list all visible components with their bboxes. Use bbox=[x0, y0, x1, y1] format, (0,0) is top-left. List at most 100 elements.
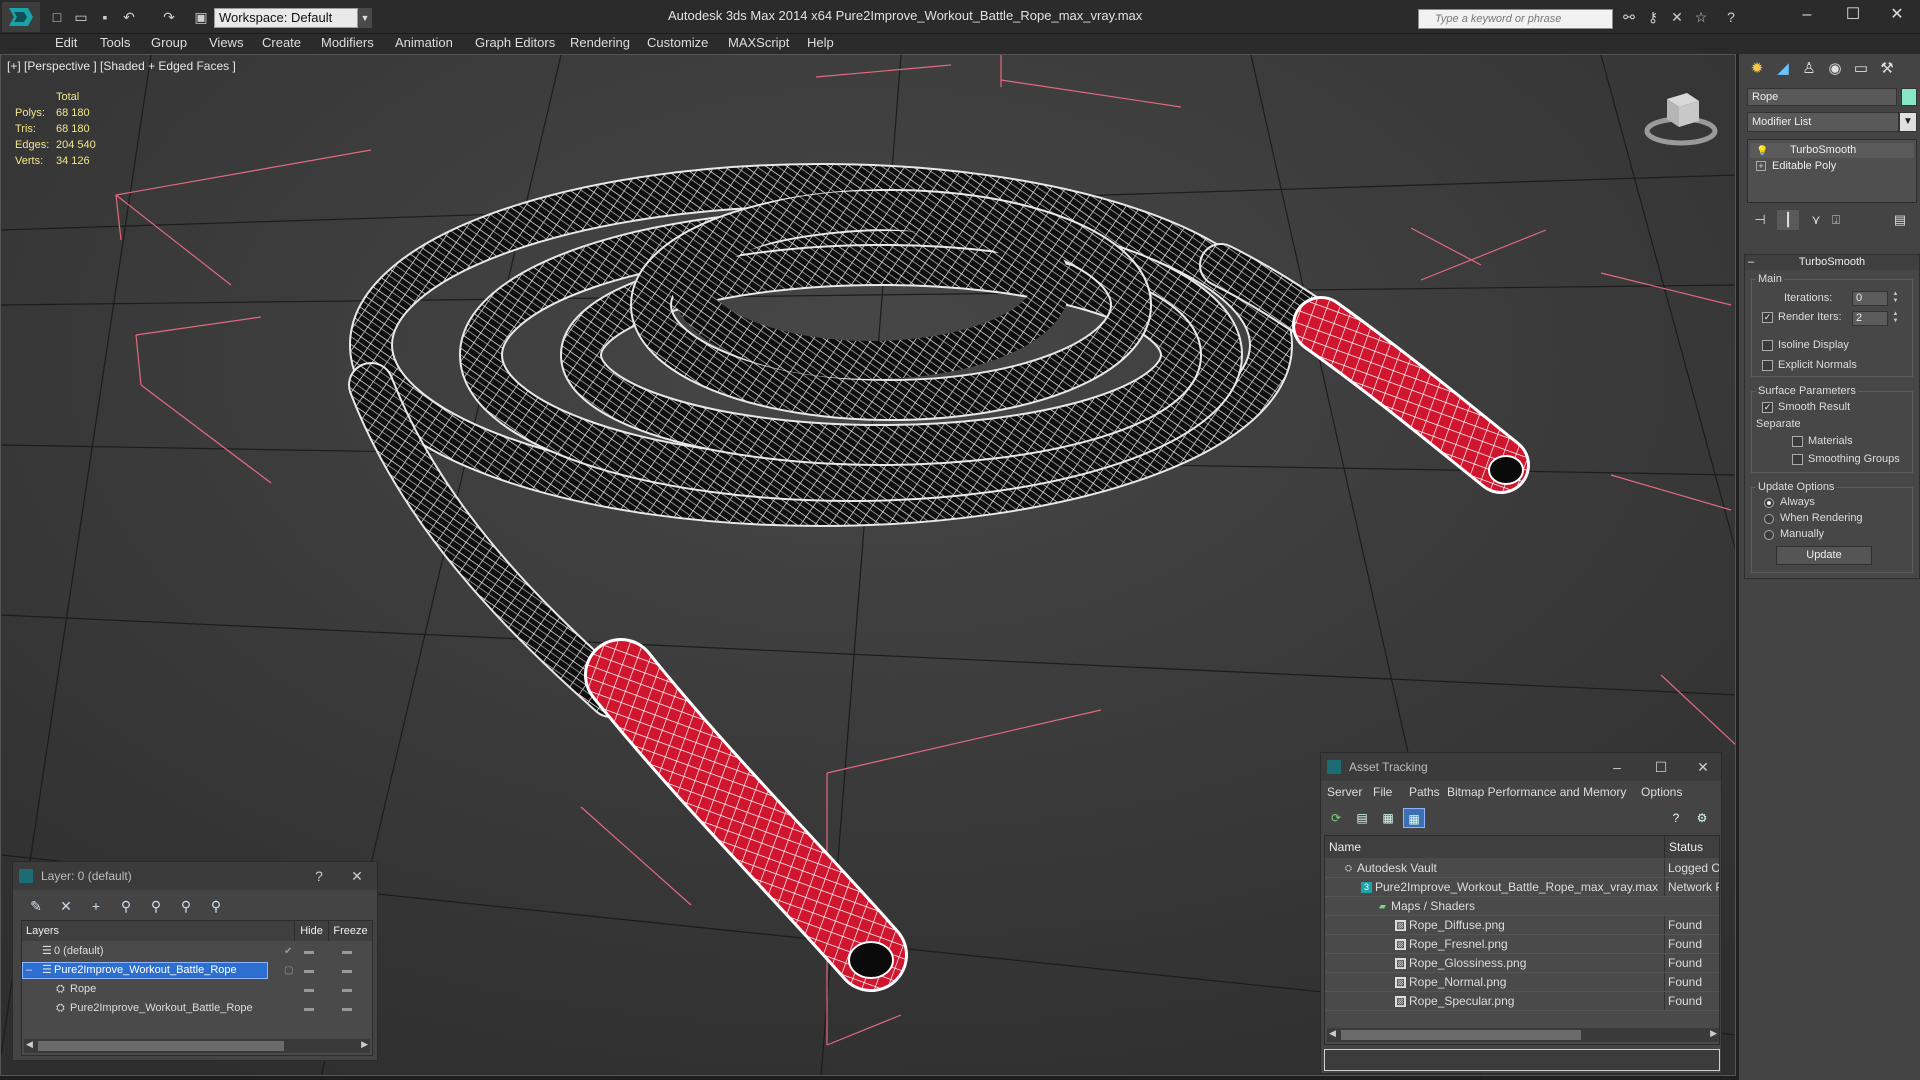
render-iters-checkbox[interactable]: ✓ bbox=[1762, 312, 1773, 323]
star-icon[interactable]: ☆ bbox=[1692, 8, 1710, 26]
spinner-arrows-icon[interactable]: ▲ ▼ bbox=[1891, 291, 1900, 306]
new-file-icon[interactable]: □ bbox=[48, 8, 66, 26]
close-button[interactable]: ✕ bbox=[347, 862, 367, 890]
modify-tab-icon[interactable]: ◢ bbox=[1771, 58, 1795, 80]
update-button[interactable]: Update bbox=[1776, 546, 1872, 565]
materials-checkbox[interactable] bbox=[1792, 436, 1803, 447]
redo-icon[interactable]: ↷ bbox=[160, 8, 178, 26]
asset-menu-file[interactable]: File bbox=[1373, 785, 1392, 799]
app-logo-button[interactable] bbox=[2, 2, 40, 32]
table-view-icon[interactable]: ▦ bbox=[1377, 808, 1399, 828]
chevron-down-icon[interactable]: ▼ bbox=[1899, 112, 1917, 132]
smooth-result-checkbox[interactable]: ✓ bbox=[1762, 402, 1773, 413]
isoline-display-checkbox[interactable] bbox=[1762, 340, 1773, 351]
horizontal-scrollbar[interactable]: ◀ ▶ bbox=[24, 1039, 370, 1053]
menu-create[interactable]: Create bbox=[262, 35, 301, 50]
scrollbar-thumb[interactable] bbox=[1341, 1030, 1581, 1040]
freeze-toggle[interactable]: ▬ bbox=[342, 961, 352, 980]
close-icon[interactable]: ✕ bbox=[1874, 0, 1920, 30]
modifier-list-dropdown[interactable]: Modifier List bbox=[1747, 112, 1899, 132]
maximize-icon[interactable]: ☐ bbox=[1651, 753, 1671, 781]
asset-row[interactable]: ▨ Rope_Diffuse.png Found bbox=[1325, 916, 1719, 935]
asset-menu-bitmap-performance[interactable]: Bitmap Performance and Memory bbox=[1447, 785, 1626, 799]
asset-menu-paths[interactable]: Paths bbox=[1409, 785, 1440, 799]
layer-row[interactable]: ⛭ Pure2Improve_Workout_Battle_Rope ▬ ▬ bbox=[22, 999, 372, 1018]
smoothing-groups-checkbox[interactable] bbox=[1792, 454, 1803, 465]
menu-help[interactable]: Help bbox=[807, 35, 834, 50]
active-layer-toggle[interactable]: ▢ bbox=[284, 961, 293, 980]
collapse-icon[interactable]: – bbox=[1748, 255, 1754, 270]
hierarchy-tab-icon[interactable]: ♙ bbox=[1797, 58, 1821, 80]
viewcube-icon[interactable] bbox=[1643, 85, 1719, 151]
help-icon[interactable]: ? bbox=[1722, 8, 1740, 26]
asset-row[interactable]: ▨ Rope_Normal.png Found bbox=[1325, 973, 1719, 992]
hide-toggle[interactable]: ▬ bbox=[304, 999, 314, 1018]
collapse-icon[interactable]: – bbox=[26, 961, 32, 980]
explicit-normals-checkbox[interactable] bbox=[1762, 360, 1773, 371]
refresh-icon[interactable]: ⟳ bbox=[1325, 808, 1347, 828]
freeze-toggle[interactable]: ▬ bbox=[342, 999, 352, 1018]
menu-maxscript[interactable]: MAXScript bbox=[728, 35, 789, 50]
delete-layer-icon[interactable]: ✕ bbox=[55, 896, 77, 916]
minimize-icon[interactable]: – bbox=[1784, 0, 1830, 30]
make-unique-icon[interactable]: ⋎ bbox=[1805, 210, 1827, 230]
menu-modifiers[interactable]: Modifiers bbox=[321, 35, 374, 50]
menu-rendering[interactable]: Rendering bbox=[570, 35, 630, 50]
asset-menu-options[interactable]: Options bbox=[1641, 785, 1682, 799]
layers-column-header[interactable]: Layers bbox=[22, 921, 294, 941]
render-iters-spinner[interactable]: 2 bbox=[1852, 311, 1888, 326]
highlight-layer-icon[interactable]: ⚲ bbox=[175, 896, 197, 916]
project-folder-icon[interactable]: ▣ bbox=[192, 8, 210, 26]
undo-icon[interactable]: ↶ bbox=[120, 8, 138, 26]
binoculars-icon[interactable]: ⚯ bbox=[1620, 8, 1638, 26]
asset-menu-server[interactable]: Server bbox=[1327, 785, 1362, 799]
pin-stack-icon[interactable]: ⊣ bbox=[1749, 210, 1771, 230]
stack-item-turbosmooth[interactable]: 💡 TurboSmooth bbox=[1750, 143, 1914, 158]
menu-animation[interactable]: Animation bbox=[395, 35, 453, 50]
help-button[interactable]: ? bbox=[309, 862, 329, 890]
select-layer-icon[interactable]: ⚲ bbox=[145, 896, 167, 916]
layer-window-titlebar[interactable]: Layer: 0 (default) ? ✕ bbox=[13, 862, 377, 890]
layer-row[interactable]: – ☰ Pure2Improve_Workout_Battle_Rope ▢ ▬… bbox=[22, 961, 372, 980]
grid-view-icon[interactable]: ▦ bbox=[1403, 808, 1425, 828]
key-icon[interactable]: ⚷ bbox=[1644, 8, 1662, 26]
active-layer-check-icon[interactable]: ✔ bbox=[284, 942, 292, 961]
hide-toggle[interactable]: ▬ bbox=[304, 980, 314, 999]
when-rendering-radio[interactable] bbox=[1764, 514, 1774, 524]
settings-icon[interactable]: ⚙ bbox=[1691, 808, 1713, 828]
workspace-dropdown[interactable]: Workspace: Default bbox=[214, 8, 358, 28]
chevron-down-icon[interactable]: ▼ bbox=[358, 8, 372, 28]
freeze-toggle[interactable]: ▬ bbox=[342, 942, 352, 961]
layer-row[interactable]: ⛭ Rope ▬ ▬ bbox=[22, 980, 372, 999]
create-tab-icon[interactable]: ✹ bbox=[1745, 58, 1769, 80]
add-to-layer-icon[interactable]: + bbox=[85, 896, 107, 916]
object-color-swatch[interactable] bbox=[1901, 88, 1917, 106]
utilities-tab-icon[interactable]: ⚒ bbox=[1875, 58, 1899, 80]
create-layer-icon[interactable]: ✎ bbox=[25, 896, 47, 916]
configure-modifier-sets-icon[interactable]: ▤ bbox=[1889, 210, 1911, 230]
stack-item-editable-poly[interactable]: + Editable Poly bbox=[1750, 159, 1914, 174]
menu-graph-editors[interactable]: Graph Editors bbox=[475, 35, 555, 50]
maximize-icon[interactable]: ☐ bbox=[1830, 0, 1876, 30]
layer-row[interactable]: ☰ 0 (default) ✔ ▬ ▬ bbox=[22, 942, 372, 961]
status-column-header[interactable]: Status bbox=[1664, 836, 1719, 858]
menu-customize[interactable]: Customize bbox=[647, 35, 708, 50]
menu-tools[interactable]: Tools bbox=[100, 35, 130, 50]
rollout-header[interactable]: – TurboSmooth bbox=[1745, 255, 1919, 270]
freeze-column-header[interactable]: Freeze bbox=[328, 921, 372, 941]
always-radio[interactable] bbox=[1764, 498, 1774, 508]
motion-tab-icon[interactable]: ◉ bbox=[1823, 58, 1847, 80]
spinner-arrows-icon[interactable]: ▲ ▼ bbox=[1891, 311, 1900, 326]
asset-row[interactable]: 3 Pure2Improve_Workout_Battle_Rope_max_v… bbox=[1325, 878, 1719, 897]
hide-all-layers-icon[interactable]: ⚲ bbox=[205, 896, 227, 916]
minimize-icon[interactable]: – bbox=[1607, 753, 1627, 781]
asset-row[interactable]: ▨ Rope_Fresnel.png Found bbox=[1325, 935, 1719, 954]
asset-row[interactable]: ⛭ Autodesk Vault Logged Out bbox=[1325, 859, 1719, 878]
asset-window-titlebar[interactable]: Asset Tracking – ☐ ✕ bbox=[1321, 753, 1721, 781]
asset-row[interactable]: ▰ Maps / Shaders bbox=[1325, 897, 1719, 916]
list-view-icon[interactable]: ▤ bbox=[1351, 808, 1373, 828]
manually-radio[interactable] bbox=[1764, 530, 1774, 540]
help-icon[interactable]: ? bbox=[1665, 808, 1687, 828]
asset-row[interactable]: ▨ Rope_Specular.png Found bbox=[1325, 992, 1719, 1011]
scrollbar-thumb[interactable] bbox=[38, 1041, 284, 1051]
